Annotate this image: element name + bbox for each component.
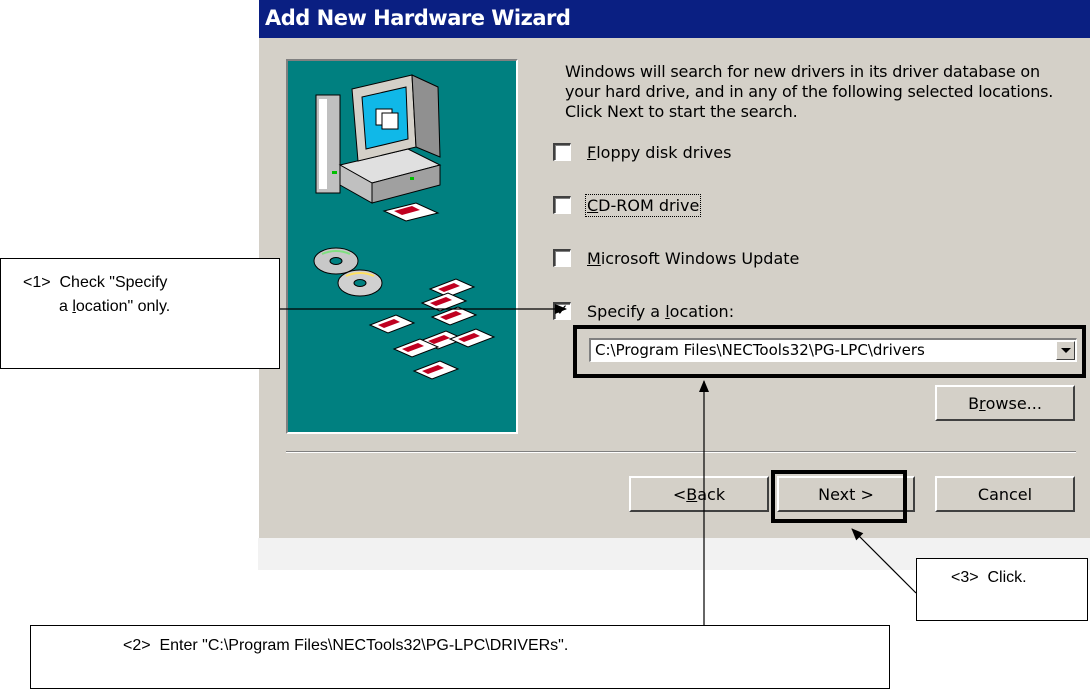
callout2-tag: <2>	[123, 637, 151, 654]
specify-location-label: Specify a location:	[587, 301, 735, 321]
callout1-line2: a location" only.	[59, 298, 171, 315]
floppy-label: Floppy disk drives	[587, 142, 732, 162]
divider	[286, 451, 1076, 453]
option-windows-update[interactable]: Microsoft Windows Update	[553, 246, 799, 270]
next-highlight-box	[771, 470, 907, 523]
callout1-line1: Check "Specify	[59, 274, 168, 291]
computer-icon	[315, 74, 442, 222]
window-title: Add New Hardware Wizard	[265, 6, 571, 30]
cdrom-label: CD-ROM drive	[584, 193, 702, 217]
callout-step2: <2> Enter "C:\Program Files\NECTools32\P…	[30, 625, 890, 689]
option-cdrom[interactable]: CD-ROM drive	[553, 193, 702, 217]
specify-location-checkbox[interactable]: ✓	[553, 302, 571, 320]
wizard-dialog: Add New Hardware Wizard Windows will sea…	[258, 0, 1090, 538]
callout2-text: Enter "C:\Program Files\NECTools32\PG-LP…	[159, 637, 569, 654]
floppy-checkbox[interactable]	[553, 143, 571, 161]
location-highlight-box	[573, 325, 1086, 378]
callout-step1: <1> Check "Specify a location" only.	[0, 258, 280, 369]
callout3-text: Click.	[987, 569, 1027, 586]
checkmark-icon: ✓	[556, 301, 569, 319]
windows-update-checkbox[interactable]	[553, 249, 571, 267]
option-floppy[interactable]: Floppy disk drives	[553, 140, 731, 164]
cdrom-checkbox[interactable]	[553, 196, 571, 214]
windows-update-label: Microsoft Windows Update	[587, 248, 800, 268]
cd-discs-icon	[313, 247, 383, 297]
callout3-tag: <3>	[951, 569, 979, 586]
title-bar[interactable]: Add New Hardware Wizard	[259, 0, 1090, 38]
callout1-tag: <1>	[23, 274, 51, 291]
floppy-disks-icon	[368, 278, 496, 380]
browse-button[interactable]: Br owse...	[935, 385, 1075, 421]
callout-step3: <3> Click.	[916, 558, 1088, 621]
back-button[interactable]: < Back	[629, 476, 769, 512]
intro-text: Windows will search for new drivers in i…	[565, 62, 1054, 121]
option-specify-location[interactable]: ✓ Specify a location:	[553, 299, 734, 323]
cancel-button[interactable]: Cancel	[935, 476, 1075, 512]
wizard-illustration	[286, 59, 518, 434]
